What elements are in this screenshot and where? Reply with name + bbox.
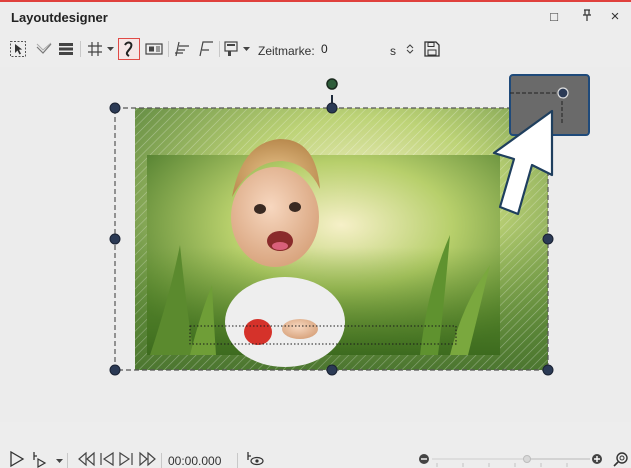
align-edge-tool-button[interactable] (195, 38, 217, 60)
baby-face (231, 167, 319, 267)
toolbar-separator (168, 41, 169, 57)
close-button[interactable]: × (606, 9, 624, 25)
timestamp-label: Zeitmarke: (258, 44, 315, 58)
check-icon (36, 42, 52, 54)
stamp-dropdown-button[interactable] (241, 38, 251, 60)
zoom-fit-button[interactable] (613, 452, 628, 467)
rewind-icon (78, 451, 95, 467)
prev-button[interactable] (100, 451, 114, 467)
forward-icon (139, 451, 156, 467)
layers-icon (59, 43, 73, 55)
next-icon (119, 451, 133, 467)
canvas-overlay (109, 74, 590, 376)
curve-path-icon (124, 41, 133, 57)
chevron-down-icon (106, 46, 114, 51)
camera-frame-icon (145, 43, 163, 55)
resize-handle-top-left[interactable] (109, 102, 121, 114)
play-step-button[interactable] (33, 452, 47, 468)
zoom-in-icon (592, 454, 602, 464)
player-controls (10, 450, 628, 468)
resize-handle-bottom-right[interactable] (542, 364, 554, 376)
align-edge-icon (199, 41, 213, 57)
zoom-out-icon (419, 454, 429, 464)
pin-button[interactable] (578, 9, 596, 25)
toolbar-separator (80, 41, 81, 57)
timestamp-input[interactable] (319, 40, 385, 57)
play-step-icon (33, 452, 47, 468)
resize-handle-bottom[interactable] (326, 364, 338, 376)
grid-tool-button[interactable] (84, 38, 106, 60)
rewind-button[interactable] (78, 451, 95, 467)
toolbar: Zeitmarke: s (0, 35, 631, 63)
play-options-dropdown[interactable] (56, 459, 63, 463)
curve-path-tool-button[interactable] (118, 38, 140, 60)
zoom-slider[interactable] (432, 455, 590, 468)
next-button[interactable] (119, 451, 133, 467)
select-icon (10, 41, 26, 57)
align-left-tool-button[interactable] (171, 38, 193, 60)
photo-inner (147, 139, 500, 367)
grid-icon (88, 42, 102, 56)
preview-icon (247, 452, 264, 466)
layers-tool-button[interactable] (56, 38, 76, 60)
maximize-button[interactable]: □ (545, 9, 563, 25)
title-bar: Layoutdesigner □ × (0, 2, 631, 28)
stamp-icon (224, 41, 238, 56)
timestamp-unit: s (390, 44, 396, 58)
shirt (225, 277, 345, 367)
save-button[interactable] (421, 38, 443, 60)
check-tool-button[interactable] (34, 38, 54, 60)
strawberry (244, 319, 272, 345)
forward-button[interactable] (139, 451, 156, 467)
window-title: Layoutdesigner (11, 10, 108, 25)
timestamp-stepper[interactable] (404, 38, 416, 60)
resize-handle-top[interactable] (326, 102, 338, 114)
rotate-handle[interactable] (326, 78, 338, 90)
layoutdesigner-window: Layoutdesigner □ × Zeitmarke: 0 s 00:00.… (0, 0, 631, 468)
camera-frame-tool-button[interactable] (143, 38, 165, 60)
pin-icon (583, 9, 591, 21)
toolbar-separator (219, 41, 220, 57)
select-tool-button[interactable] (8, 38, 28, 60)
grid-dropdown-button[interactable] (105, 38, 115, 60)
prev-icon (100, 451, 114, 467)
align-left-icon (175, 41, 189, 57)
stamp-tool-button[interactable] (222, 38, 240, 60)
resize-handle-bottom-left[interactable] (109, 364, 121, 376)
zoom-slider-thumb (523, 455, 531, 463)
save-icon (424, 41, 440, 57)
zoom-in-button[interactable] (592, 454, 602, 464)
chevron-down-icon (242, 46, 250, 51)
resize-handle-left[interactable] (109, 233, 121, 245)
play-icon (10, 450, 25, 468)
layout-canvas[interactable] (0, 67, 631, 422)
zoom-fit-icon (613, 452, 628, 467)
chevron-down-icon (56, 459, 63, 463)
play-button[interactable] (10, 450, 25, 468)
player-bar: 00:00.000 (0, 423, 631, 468)
resize-handle-right[interactable] (542, 233, 554, 245)
preview-button[interactable] (247, 452, 264, 466)
zoom-out-button[interactable] (419, 454, 429, 464)
stepper-arrows-icon (406, 44, 414, 54)
